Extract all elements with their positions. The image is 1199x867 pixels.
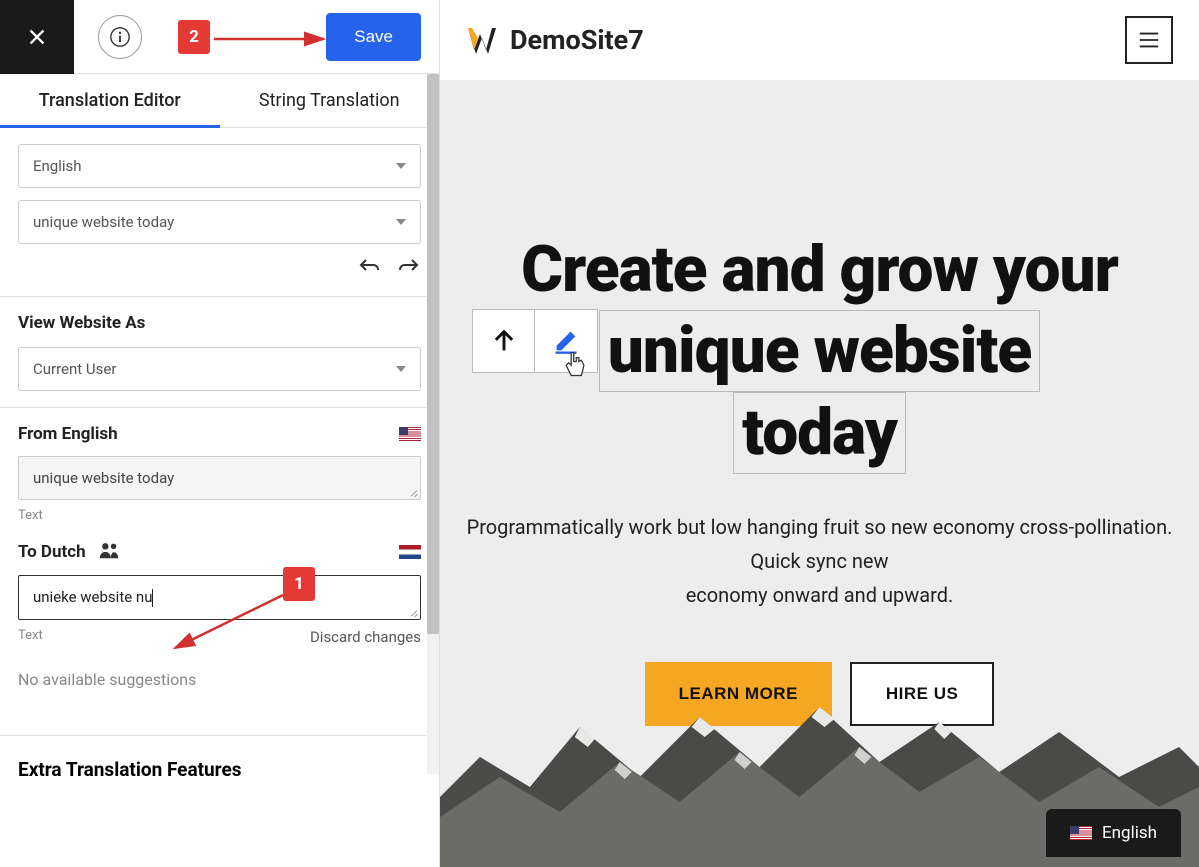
sub-line2: Quick sync new <box>467 544 1173 578</box>
view-as-title: View Website As <box>18 313 421 333</box>
hamburger-menu-button[interactable] <box>1125 16 1173 64</box>
from-meta: Text <box>18 508 421 523</box>
flag-us-icon <box>1070 826 1092 840</box>
to-text-field[interactable]: unieke website nu <box>18 575 421 620</box>
close-button[interactable] <box>0 0 74 74</box>
resize-handle-icon <box>406 485 418 497</box>
translation-sidebar: Save Translation Editor String Translati… <box>0 0 440 867</box>
cursor-pointer-icon <box>561 350 589 378</box>
language-select-value: English <box>33 157 82 175</box>
site-logo-icon <box>466 24 498 56</box>
info-button[interactable] <box>98 15 142 59</box>
sub-line1: Programmatically work but low hanging fr… <box>467 510 1173 544</box>
hero-title: Create and grow your unique website toda… <box>521 230 1118 474</box>
flag-us-icon <box>399 427 421 441</box>
view-as-value: Current User <box>33 360 116 378</box>
language-switcher-label: English <box>1102 823 1157 843</box>
scrollbar-thumb[interactable] <box>427 74 439 634</box>
hero-line1: Create and grow your <box>521 230 1118 310</box>
chevron-down-icon <box>396 219 406 225</box>
view-as-select[interactable]: Current User <box>18 347 421 391</box>
resize-handle-icon <box>406 605 418 617</box>
language-select[interactable]: English <box>18 144 421 188</box>
tab-string-translation[interactable]: String Translation <box>220 74 440 127</box>
sidebar-tabs: Translation Editor String Translation <box>0 74 439 128</box>
sub-line3: economy onward and upward. <box>467 578 1173 612</box>
from-text-field: unique website today <box>18 456 421 500</box>
flag-nl-icon <box>399 545 421 559</box>
to-label: To Dutch <box>18 542 86 562</box>
chevron-down-icon <box>396 366 406 372</box>
sidebar-scroll: English unique website today View Websit… <box>0 128 439 867</box>
suggestions-text: No available suggestions <box>18 670 421 689</box>
sidebar-scrollbar[interactable] <box>427 74 439 774</box>
string-edit-controls <box>472 309 598 373</box>
website-preview: DemoSite7 Create and grow your unique we… <box>440 0 1199 867</box>
from-text-value: unique website today <box>33 469 174 487</box>
hero-subtitle: Programmatically work but low hanging fr… <box>467 510 1173 612</box>
save-button[interactable]: Save <box>326 13 421 61</box>
undo-icon[interactable] <box>357 256 381 280</box>
string-select[interactable]: unique website today <box>18 200 421 244</box>
hero-line3-highlighted[interactable]: today <box>733 392 906 474</box>
redo-icon[interactable] <box>397 256 421 280</box>
chevron-down-icon <box>396 163 406 169</box>
extras-title: Extra Translation Features <box>0 736 439 781</box>
preview-header: DemoSite7 <box>440 0 1199 80</box>
discard-changes-link[interactable]: Discard changes <box>310 628 421 646</box>
hero-line2-highlighted[interactable]: unique website <box>599 310 1040 392</box>
close-icon <box>26 26 48 48</box>
prev-string-button[interactable] <box>473 310 535 372</box>
hamburger-icon <box>1138 31 1160 49</box>
sidebar-topbar: Save <box>0 0 439 74</box>
people-icon[interactable] <box>98 541 120 563</box>
to-text-value: unieke website nu <box>33 588 152 606</box>
to-meta: Text <box>18 628 43 646</box>
hero-section: Create and grow your unique website toda… <box>440 80 1199 867</box>
tab-translation-editor[interactable]: Translation Editor <box>0 74 220 127</box>
arrow-up-icon <box>490 327 518 355</box>
site-title: DemoSite7 <box>510 24 644 56</box>
edit-string-button[interactable] <box>535 310 597 372</box>
info-icon <box>109 26 131 48</box>
from-label: From English <box>18 424 118 444</box>
language-switcher[interactable]: English <box>1046 809 1181 857</box>
string-select-value: unique website today <box>33 213 174 231</box>
